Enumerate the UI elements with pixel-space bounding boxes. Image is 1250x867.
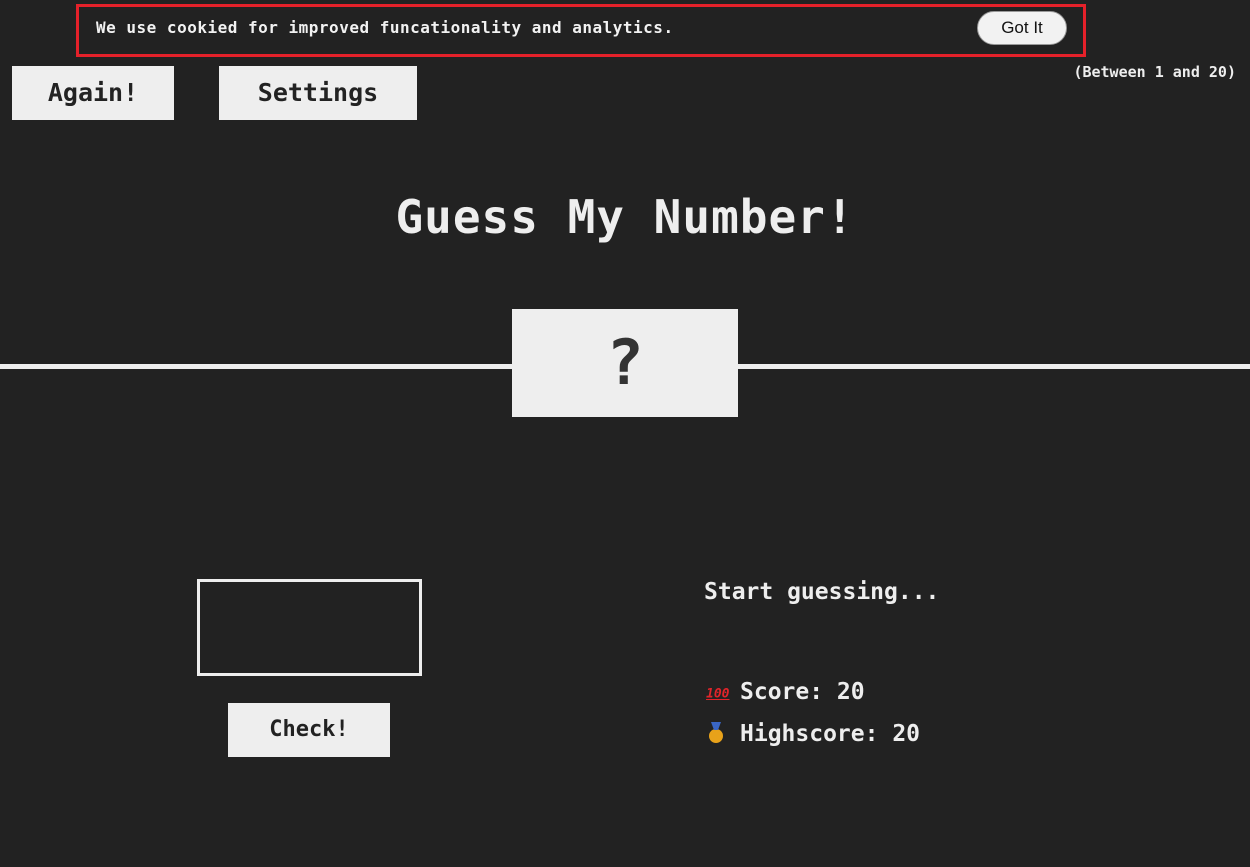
page-title: Guess My Number!: [395, 190, 855, 244]
cookie-message: We use cookied for improved funcationali…: [96, 18, 674, 37]
check-button[interactable]: Check!: [228, 703, 390, 757]
settings-button[interactable]: Settings: [219, 66, 417, 120]
medal-icon: [706, 725, 740, 746]
score-row: 100 Score: 20: [706, 679, 865, 705]
score-label: Score: 20: [740, 679, 865, 705]
hundred-points-icon: 100: [706, 686, 730, 702]
again-button[interactable]: Again!: [12, 66, 174, 120]
status-message: Start guessing...: [704, 579, 940, 605]
highscore-label: Highscore: 20: [740, 721, 921, 747]
cookie-accept-button[interactable]: Got It: [977, 11, 1067, 45]
highscore-row: Highscore: 20: [706, 721, 920, 747]
cookie-banner: We use cookied for improved funcationali…: [76, 4, 1086, 57]
guess-input[interactable]: [197, 579, 422, 676]
secret-number-box: ?: [512, 309, 738, 417]
range-hint: (Between 1 and 20): [1073, 63, 1236, 81]
